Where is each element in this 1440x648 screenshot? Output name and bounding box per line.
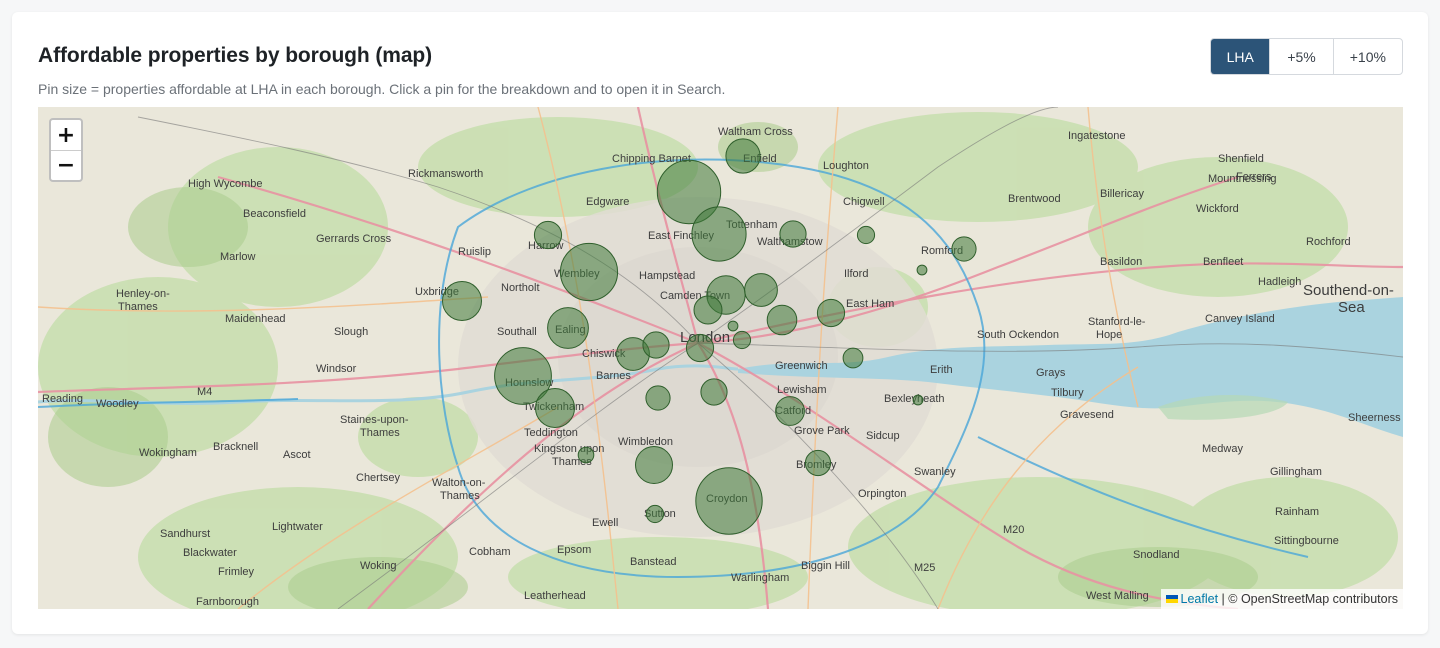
borough-pin-islington[interactable] (693, 295, 723, 325)
leaflet-link[interactable]: Leaflet (1181, 592, 1219, 606)
borough-pins (442, 138, 977, 535)
zoom-out-button[interactable]: − (51, 150, 81, 180)
borough-pin-sutton[interactable] (645, 504, 665, 524)
affordability-toggle: LHA +5% +10% (1210, 38, 1403, 75)
ukraine-flag-icon (1165, 595, 1178, 603)
borough-pin-bromley[interactable] (804, 449, 832, 477)
zoom-control: + − (49, 118, 83, 182)
borough-pin-merton[interactable] (635, 446, 673, 484)
borough-pin-hillingdon[interactable] (442, 281, 482, 321)
borough-pin-hackney[interactable] (744, 273, 778, 307)
borough-pin-havering[interactable] (951, 236, 977, 262)
borough-pin-tower-hamlets[interactable] (766, 304, 798, 336)
borough-pin-greenwich[interactable] (842, 347, 864, 369)
borough-pin-ealing[interactable] (547, 307, 589, 349)
map-attribution: Leaflet | © OpenStreetMap contributors (1160, 589, 1403, 609)
toggle-plus5-button[interactable]: +5% (1269, 39, 1332, 74)
borough-pin-southwark[interactable] (732, 330, 752, 350)
borough-pin-city-of-london[interactable] (727, 320, 739, 332)
osm-attribution: © OpenStreetMap contributors (1228, 592, 1398, 606)
borough-pin-brent[interactable] (559, 242, 619, 302)
borough-pin-enfield[interactable] (725, 138, 761, 174)
borough-pin-haringey[interactable] (691, 206, 747, 262)
borough-pin-barking-and-dagenham[interactable] (916, 264, 928, 276)
borough-pin-harrow[interactable] (533, 220, 563, 250)
borough-pin-newham[interactable] (816, 298, 846, 328)
borough-pin-westminster[interactable] (685, 333, 715, 363)
borough-pin-redbridge[interactable] (856, 225, 876, 245)
page-title: Affordable properties by borough (map) (38, 44, 433, 67)
borough-pin-richmond-upon-thames[interactable] (535, 388, 575, 428)
borough-pin-kensington-and-chelsea[interactable] (642, 331, 670, 359)
borough-pin-croydon[interactable] (695, 467, 763, 535)
borough-pin-bexley[interactable] (912, 394, 924, 406)
borough-pin-kingston-upon-thames[interactable] (577, 446, 595, 464)
toggle-lha-button[interactable]: LHA (1211, 39, 1270, 74)
borough-pin-waltham-forest[interactable] (779, 220, 807, 248)
borough-pin-wandsworth[interactable] (645, 385, 671, 411)
borough-pin-lewisham[interactable] (775, 396, 805, 426)
zoom-in-button[interactable]: + (51, 120, 81, 150)
toggle-plus10-button[interactable]: +10% (1332, 39, 1402, 74)
attribution-separator: | (1221, 592, 1225, 606)
page-subtitle: Pin size = properties affordable at LHA … (38, 81, 726, 97)
borough-map[interactable]: Waltham Cross Chipping Barnet Enfield In… (38, 107, 1403, 609)
borough-pin-lambeth[interactable] (700, 378, 728, 406)
